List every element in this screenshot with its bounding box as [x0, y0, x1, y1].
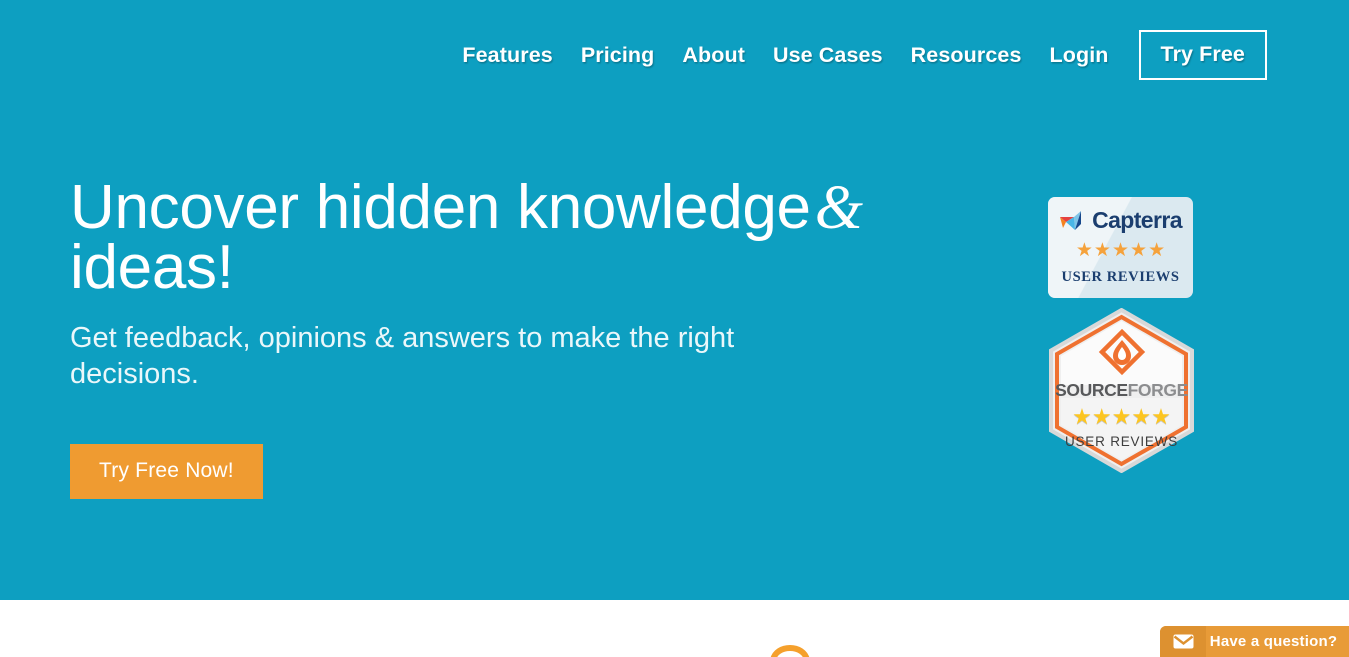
sourceforge-badge-content: SOURCEFORGE ★ ★ ★ ★ ★ USER REVIEWS: [1048, 308, 1195, 473]
review-badges: Capterra ★ ★ ★ ★ ★ USER REVIEWS SOURCEFO…: [1048, 197, 1196, 473]
capterra-star-rating: ★ ★ ★ ★ ★: [1048, 239, 1193, 262]
sourceforge-brand-text: SOURCEFORGE: [1048, 380, 1195, 401]
hero-try-free-now-button[interactable]: Try Free Now!: [70, 444, 263, 499]
sourceforge-star: ★: [1111, 404, 1132, 429]
sourceforge-star-rating: ★ ★ ★ ★ ★: [1048, 404, 1195, 430]
nav-item-login[interactable]: Login: [1036, 41, 1123, 69]
main-navigation: Features Pricing About Use Cases Resourc…: [0, 0, 1349, 88]
hero-heading-ampersand: &: [814, 174, 863, 242]
capterra-star: ★: [1111, 240, 1130, 261]
envelope-icon: [1160, 626, 1206, 657]
nav-item-resources[interactable]: Resources: [897, 41, 1036, 69]
capterra-star: ★: [1093, 240, 1111, 261]
capterra-badge[interactable]: Capterra ★ ★ ★ ★ ★ USER REVIEWS: [1048, 197, 1193, 298]
capterra-logo-row: Capterra: [1048, 207, 1193, 234]
sourceforge-brand-part2: FORGE: [1127, 380, 1189, 400]
sourceforge-star: ★: [1151, 404, 1171, 429]
decorative-arc-icon: [770, 645, 810, 657]
nav-item-use-cases[interactable]: Use Cases: [759, 41, 897, 69]
sourceforge-brand-part1: SOURCE: [1055, 380, 1128, 400]
sourceforge-badge[interactable]: SOURCEFORGE ★ ★ ★ ★ ★ USER REVIEWS: [1048, 308, 1195, 473]
capterra-star: ★: [1075, 240, 1093, 261]
chat-widget-label: Have a question?: [1209, 633, 1338, 650]
capterra-star: ★: [1148, 240, 1166, 261]
sourceforge-flame-diamond-icon: [1098, 328, 1146, 376]
capterra-caption: USER REVIEWS: [1061, 269, 1180, 285]
capterra-brand-text: Capterra: [1092, 207, 1182, 233]
nav-item-about[interactable]: About: [668, 41, 759, 69]
below-hero-section: [0, 600, 1349, 657]
nav-list: Features Pricing About Use Cases Resourc…: [448, 30, 1267, 80]
capterra-star: ★: [1130, 240, 1148, 261]
sourceforge-caption: USER REVIEWS: [1064, 434, 1179, 449]
sourceforge-star: ★: [1091, 404, 1112, 429]
hero-heading-line2: ideas!: [70, 233, 234, 302]
chat-widget[interactable]: Have a question?: [1160, 626, 1349, 657]
sourceforge-star: ★: [1072, 404, 1092, 429]
hero-heading: Uncover hidden knowledge& ideas!: [70, 177, 870, 299]
hero-heading-line1: Uncover hidden knowledge: [70, 173, 811, 242]
nav-item-pricing[interactable]: Pricing: [567, 41, 669, 69]
hero-content: Uncover hidden knowledge& ideas! Get feed…: [70, 177, 870, 499]
nav-item-features[interactable]: Features: [448, 41, 566, 69]
sourceforge-star: ★: [1131, 404, 1152, 429]
page-root: Features Pricing About Use Cases Resourc…: [0, 0, 1349, 657]
hero-subheading: Get feedback, opinions & answers to make…: [70, 322, 735, 390]
capterra-paper-plane-icon: [1060, 210, 1082, 230]
nav-try-free-button[interactable]: Try Free: [1138, 30, 1267, 80]
